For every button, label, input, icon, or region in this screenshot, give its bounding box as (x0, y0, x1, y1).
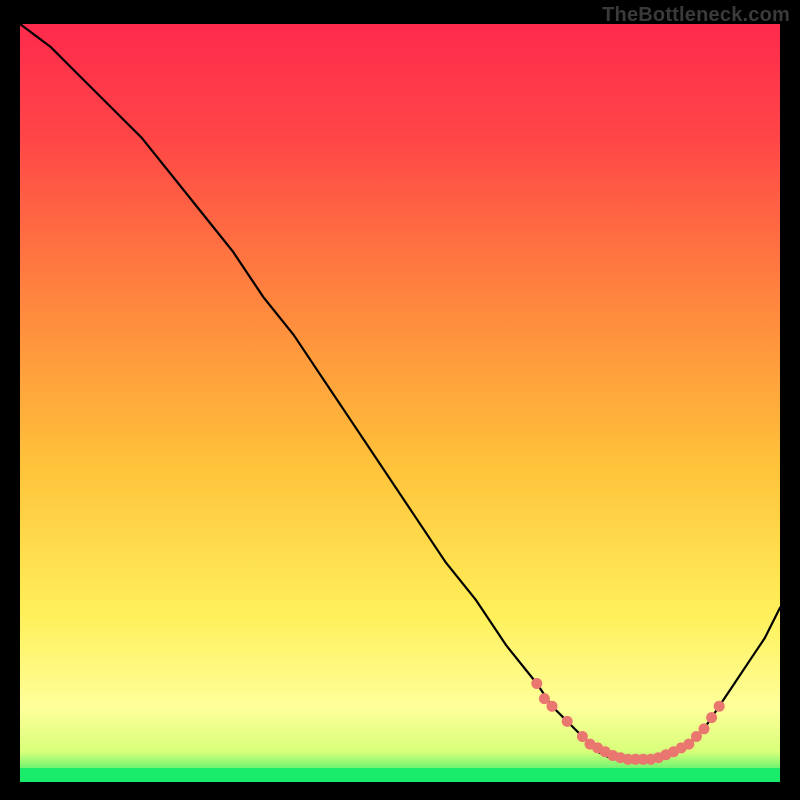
chart-svg (20, 24, 780, 782)
marker-dot (699, 723, 710, 734)
attribution-text: TheBottleneck.com (602, 4, 790, 27)
marker-dot (706, 712, 717, 723)
marker-dot (562, 716, 573, 727)
marker-dot (531, 678, 542, 689)
plot-area (20, 24, 780, 782)
gradient-background (20, 24, 780, 782)
baseline-band (20, 768, 780, 782)
marker-dot (547, 701, 558, 712)
marker-dot (714, 701, 725, 712)
